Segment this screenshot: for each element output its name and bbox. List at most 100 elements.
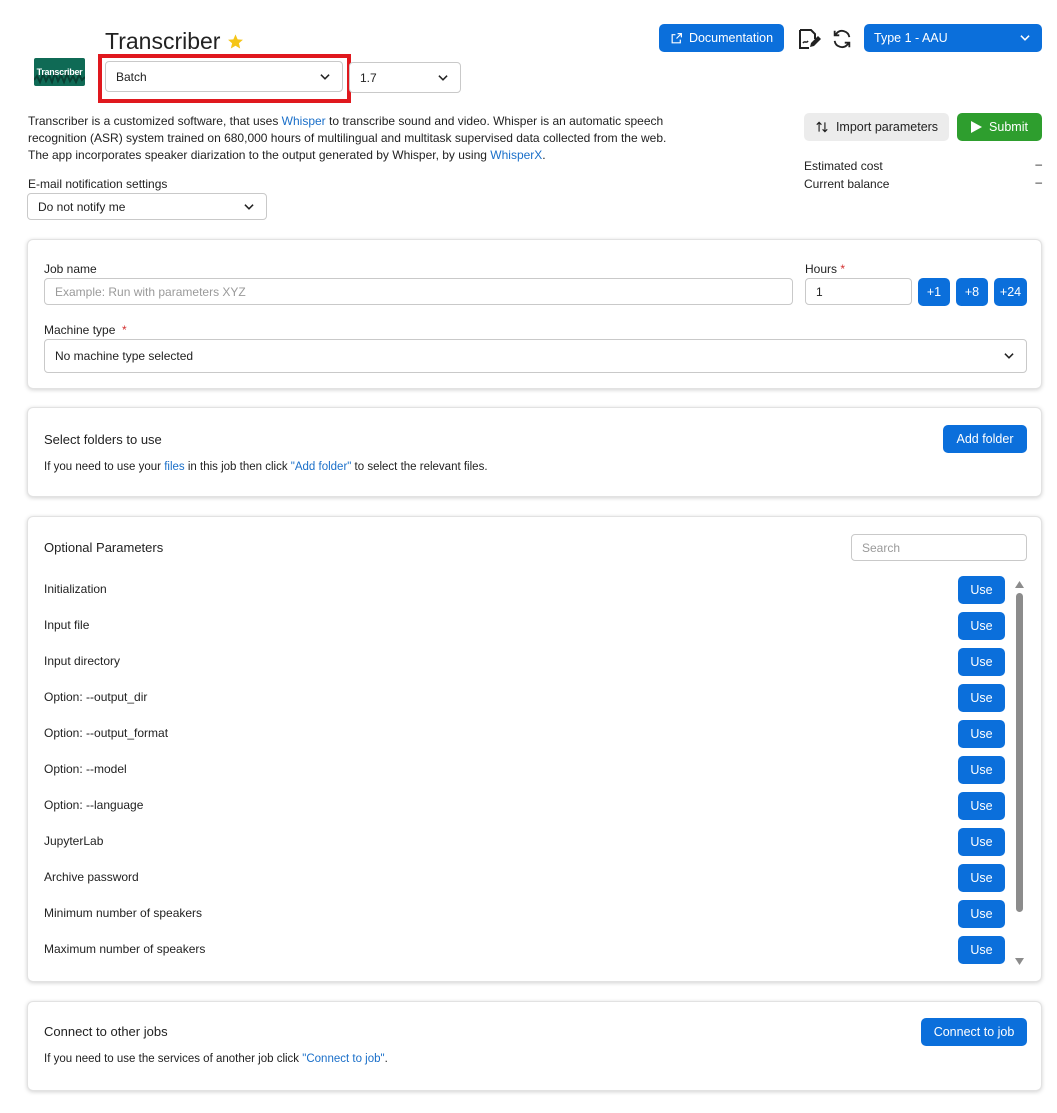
description-text: Transcriber is a customized software, th… [28, 114, 282, 128]
connect-to-job-button[interactable]: Connect to job [921, 1018, 1027, 1046]
help-text: in this job then click [184, 461, 291, 473]
parameter-label: Archive password [44, 870, 139, 884]
connect-to-job-label: Connect to job [933, 1025, 1015, 1039]
files-link[interactable]: files [164, 461, 184, 473]
use-parameter-button[interactable]: Use [958, 684, 1005, 712]
use-parameter-button[interactable]: Use [958, 576, 1005, 604]
chevron-down-icon [1018, 31, 1032, 45]
job-name-input[interactable]: Example: Run with parameters XYZ [44, 278, 793, 305]
email-notification-value: Do not notify me [38, 199, 126, 214]
use-parameter-button[interactable]: Use [958, 900, 1005, 928]
use-parameter-button[interactable]: Use [958, 936, 1005, 964]
chevron-down-icon [1002, 349, 1016, 363]
import-parameters-button[interactable]: Import parameters [804, 113, 949, 141]
folders-help-text: If you need to use your files in this jo… [44, 461, 488, 473]
add-folder-label: Add folder [956, 432, 1014, 446]
play-icon [971, 121, 983, 133]
description-text: . [542, 148, 546, 162]
help-text: . [384, 1053, 388, 1065]
use-parameter-button[interactable]: Use [958, 720, 1005, 748]
use-parameter-button[interactable]: Use [958, 648, 1005, 676]
app-logo-text: Transcriber [36, 67, 83, 77]
scrollbar-thumb[interactable] [1016, 593, 1023, 912]
hours-label: Hours * [805, 262, 845, 276]
use-parameter-label: Use [970, 943, 993, 957]
scroll-down-icon[interactable] [1015, 955, 1024, 969]
add-24-hours-button[interactable]: +24 [994, 278, 1027, 306]
app-logo: Transcriber [34, 58, 85, 86]
parameter-label: Input file [44, 618, 90, 632]
use-parameter-button[interactable]: Use [958, 864, 1005, 892]
email-notification-label: E-mail notification settings [28, 177, 168, 191]
external-link-icon [670, 32, 683, 45]
hours-input[interactable]: 1 [805, 278, 912, 305]
use-parameter-label: Use [970, 799, 993, 813]
connect-jobs-title: Connect to other jobs [44, 1024, 168, 1039]
current-balance-label: Current balance [804, 177, 890, 191]
use-parameter-button[interactable]: Use [958, 828, 1005, 856]
use-parameter-button[interactable]: Use [958, 792, 1005, 820]
submit-label: Submit [989, 120, 1028, 134]
add-folder-button[interactable]: Add folder [943, 425, 1027, 453]
add-8-hours-label: +8 [964, 285, 980, 299]
add-folder-link[interactable]: "Add folder" [291, 461, 352, 473]
import-parameters-label: Import parameters [835, 120, 939, 134]
favorite-star-icon[interactable] [227, 33, 244, 50]
help-text: to select the relevant files. [351, 461, 488, 473]
machine-type-select[interactable]: No machine type selected [44, 339, 1027, 373]
swap-vertical-icon [815, 120, 829, 134]
add-1-hour-button[interactable]: +1 [918, 278, 950, 306]
version-select[interactable]: 1.7 [349, 62, 461, 93]
documentation-button[interactable]: Documentation [659, 24, 784, 52]
chevron-down-icon [318, 70, 332, 84]
documentation-label: Documentation [688, 31, 774, 45]
required-marker: * [122, 323, 127, 337]
optional-parameters-card: Optional Parameters Search Initializatio… [27, 516, 1042, 982]
edit-note-icon[interactable] [797, 27, 821, 51]
use-parameter-label: Use [970, 619, 993, 633]
parameter-label: Minimum number of speakers [44, 906, 203, 920]
machine-type-label: Machine type * [44, 323, 127, 337]
estimated-cost-label: Estimated cost [804, 159, 883, 173]
parameter-label: Option: --model [44, 762, 127, 776]
folders-card: Select folders to use Add folder If you … [27, 407, 1042, 497]
scroll-up-icon[interactable] [1015, 577, 1024, 591]
estimated-cost-value: – [1035, 157, 1042, 171]
use-parameter-button[interactable]: Use [958, 612, 1005, 640]
required-marker: * [840, 262, 846, 276]
parameter-label: Option: --output_dir [44, 690, 148, 704]
scrollbar[interactable] [1014, 577, 1025, 965]
whisper-link[interactable]: Whisper [282, 114, 326, 128]
add-8-hours-button[interactable]: +8 [956, 278, 988, 306]
whisperx-link[interactable]: WhisperX [490, 148, 542, 162]
version-select-value: 1.7 [360, 70, 377, 85]
parameter-label: Maximum number of speakers [44, 942, 206, 956]
submit-button[interactable]: Submit [957, 113, 1042, 141]
current-balance-value: – [1035, 175, 1042, 189]
parameter-search-placeholder: Search [862, 540, 901, 555]
parameter-label: Initialization [44, 582, 107, 596]
parameter-label: JupyterLab [44, 834, 104, 848]
parameter-label: Option: --language [44, 798, 144, 812]
parameter-label: Input directory [44, 654, 121, 668]
machine-type-label-text: Machine type [44, 323, 116, 337]
product-select[interactable]: Type 1 - AAU [864, 24, 1042, 52]
app-description: Transcriber is a customized software, th… [28, 113, 678, 164]
chevron-down-icon [436, 71, 450, 85]
refresh-icon[interactable] [831, 28, 853, 50]
use-parameter-label: Use [970, 655, 993, 669]
use-parameter-label: Use [970, 835, 993, 849]
product-select-value: Type 1 - AAU [874, 31, 948, 45]
use-parameter-label: Use [970, 763, 993, 777]
use-parameter-button[interactable]: Use [958, 756, 1005, 784]
parameter-search-input[interactable]: Search [851, 534, 1027, 561]
add-1-hour-label: +1 [926, 285, 942, 299]
help-text: If you need to use the services of anoth… [44, 1053, 303, 1065]
connect-to-job-link[interactable]: "Connect to job" [302, 1053, 384, 1065]
add-24-hours-label: +24 [999, 285, 1022, 299]
flavor-select[interactable]: Batch [105, 61, 343, 92]
email-notification-select[interactable]: Do not notify me [27, 193, 267, 220]
job-name-placeholder: Example: Run with parameters XYZ [55, 284, 246, 299]
page-title: Transcriber [105, 28, 244, 55]
folders-title: Select folders to use [44, 432, 162, 447]
